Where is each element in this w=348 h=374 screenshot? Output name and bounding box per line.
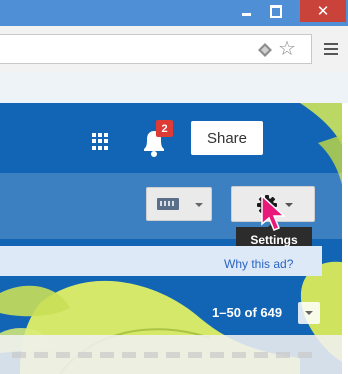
chevron-down-icon — [305, 311, 313, 315]
minimize-icon — [241, 12, 251, 16]
apps-grid-icon[interactable] — [92, 133, 109, 150]
share-button[interactable]: Share — [191, 121, 263, 155]
notification-count-badge: 2 — [156, 120, 173, 137]
star-icon[interactable]: ☆ — [278, 38, 296, 60]
close-icon: ✕ — [316, 3, 330, 20]
input-tools-button[interactable] — [146, 187, 212, 221]
diamond-extension-icon[interactable] — [258, 43, 272, 57]
gmail-page: 2 Share Settings Why this ad? 1–50 of 64… — [0, 103, 348, 374]
chevron-down-icon — [195, 203, 203, 207]
mouse-cursor-icon — [261, 194, 286, 231]
page-top-strip — [0, 72, 348, 103]
address-bar[interactable]: ☆ — [0, 34, 312, 64]
pagination-dropdown[interactable] — [298, 302, 320, 324]
menu-icon[interactable] — [324, 43, 338, 55]
why-this-ad-link[interactable]: Why this ad? — [224, 257, 293, 271]
email-list-row[interactable] — [0, 335, 348, 374]
page-edge — [342, 103, 348, 374]
minimize-button[interactable] — [232, 0, 260, 22]
browser-toolbar: ☆ — [0, 26, 348, 72]
pagination-range: 1–50 of 649 — [212, 305, 283, 320]
close-button[interactable]: ✕ — [300, 0, 346, 22]
restore-icon — [270, 4, 282, 18]
email-row-content — [12, 352, 312, 358]
window-titlebar: ✕ — [0, 0, 348, 26]
keyboard-icon — [157, 198, 179, 210]
restore-button[interactable] — [262, 0, 290, 22]
